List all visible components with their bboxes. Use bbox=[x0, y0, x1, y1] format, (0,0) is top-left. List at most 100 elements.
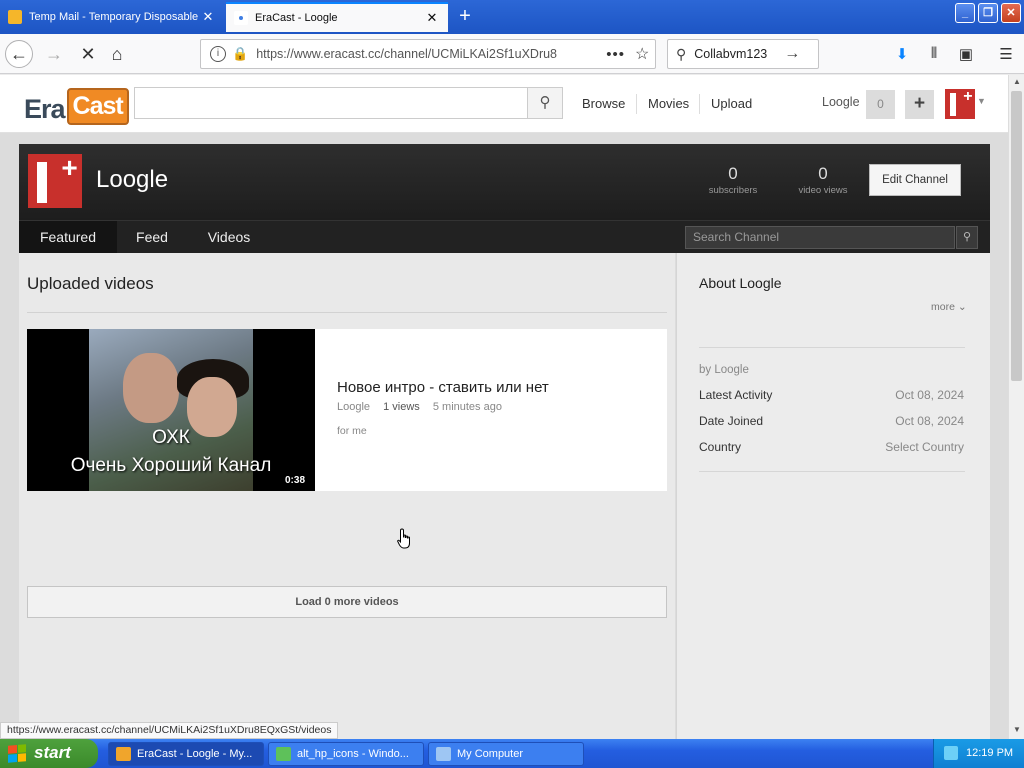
scrollbar-thumb[interactable] bbox=[1011, 91, 1022, 381]
info-row-country: Country Select Country bbox=[699, 440, 964, 454]
bookmark-star-icon[interactable]: ☆ bbox=[635, 44, 649, 64]
username[interactable]: Loogle bbox=[822, 95, 860, 109]
page-viewport: Era Cast ⚲ Browse Movies Upload Loogle 0… bbox=[0, 75, 1008, 739]
logo-era: Era bbox=[24, 94, 66, 124]
nav-movies[interactable]: Movies bbox=[648, 96, 689, 111]
library-icon[interactable]: ⫴ bbox=[924, 45, 944, 65]
nav-browse[interactable]: Browse bbox=[582, 96, 625, 111]
url-text[interactable]: https://www.eracast.cc/channel/UCMiLKAi2… bbox=[256, 47, 576, 61]
back-button[interactable]: ← bbox=[5, 40, 33, 68]
clock[interactable]: 12:19 PM bbox=[966, 739, 1013, 768]
chevron-down-icon: ⌄ bbox=[957, 301, 967, 313]
nav-divider bbox=[636, 94, 637, 114]
tab-featured[interactable]: Featured bbox=[19, 221, 117, 254]
stop-loading-button[interactable]: ✕ bbox=[74, 40, 102, 68]
channel-name: Loogle bbox=[96, 166, 169, 193]
windows-logo-icon bbox=[8, 744, 26, 763]
taskbar-item-eracast[interactable]: EraCast - Loogle - My... bbox=[108, 742, 264, 766]
video-thumbnail[interactable]: ОХК Очень Хороший Канал 0:38 bbox=[27, 329, 315, 491]
page-actions-icon[interactable]: ••• bbox=[606, 46, 625, 63]
edit-channel-button[interactable]: Edit Channel bbox=[869, 164, 961, 196]
tray-app-icon[interactable] bbox=[944, 746, 958, 760]
scroll-down-icon[interactable]: ▼ bbox=[1011, 725, 1023, 737]
select-country-link[interactable]: Select Country bbox=[885, 440, 964, 454]
views-stat: 0 video views bbox=[783, 164, 863, 196]
image-viewer-icon bbox=[276, 747, 291, 761]
address-bar[interactable]: i 🔒 https://www.eracast.cc/channel/UCMiL… bbox=[200, 39, 656, 69]
close-tab-icon[interactable]: ✕ bbox=[200, 9, 216, 25]
about-sidebar: About Loogle more ⌄ by Loogle Latest Act… bbox=[676, 253, 990, 739]
channel-header: + Loogle 0 subscribers 0 video views Edi… bbox=[19, 144, 990, 220]
video-meta: Loogle 1 views 5 minutes ago bbox=[337, 401, 512, 413]
logo-cast: Cast bbox=[66, 88, 129, 125]
sidebar-icon[interactable]: ▣ bbox=[956, 45, 976, 65]
nav-upload[interactable]: Upload bbox=[711, 96, 752, 111]
vertical-scrollbar[interactable]: ▲ ▼ bbox=[1008, 75, 1024, 739]
channel-avatar: + bbox=[28, 154, 82, 208]
channel-tab-bar: Featured Feed Videos Search Channel ⚲ bbox=[19, 220, 990, 254]
start-label: start bbox=[34, 743, 71, 762]
info-label: Date Joined bbox=[699, 414, 764, 428]
tab-videos[interactable]: Videos bbox=[199, 221, 259, 254]
search-go-icon[interactable]: → bbox=[784, 45, 800, 63]
video-time: 5 minutes ago bbox=[432, 401, 502, 413]
taskbar-item-my-computer[interactable]: My Computer bbox=[428, 742, 584, 766]
views-count: 0 bbox=[818, 164, 828, 183]
views-label: video views bbox=[798, 185, 848, 196]
info-label: Latest Activity bbox=[699, 388, 773, 402]
user-avatar[interactable]: + bbox=[945, 89, 975, 119]
info-value: Oct 08, 2024 bbox=[895, 388, 964, 402]
video-description: for me bbox=[337, 425, 367, 437]
new-tab-button[interactable]: + bbox=[452, 4, 478, 30]
tab-temp-mail[interactable]: Temp Mail - Temporary Disposable ✕ bbox=[0, 2, 224, 32]
video-card[interactable]: ОХК Очень Хороший Канал 0:38 Новое интро… bbox=[27, 329, 667, 491]
browser-search-bar[interactable]: ⚲ Collabvm123 → bbox=[667, 39, 819, 69]
about-title: About Loogle bbox=[699, 275, 782, 291]
minimize-window-button[interactable]: _ bbox=[955, 3, 975, 23]
thumbnail-caption: ОХК bbox=[152, 427, 190, 448]
site-info-icon[interactable]: i bbox=[210, 46, 226, 62]
info-label: Country bbox=[699, 440, 742, 454]
tab-feed[interactable]: Feed bbox=[117, 221, 187, 254]
divider bbox=[699, 347, 965, 348]
load-more-button[interactable]: Load 0 more videos bbox=[27, 586, 667, 618]
start-button[interactable]: start bbox=[0, 739, 98, 768]
lock-icon: 🔒 bbox=[232, 46, 249, 61]
downloads-icon[interactable]: ⬇ bbox=[892, 45, 912, 65]
firefox-icon bbox=[116, 747, 131, 761]
video-author[interactable]: Loogle bbox=[337, 401, 370, 413]
search-text[interactable]: Collabvm123 bbox=[694, 47, 784, 61]
video-views: 1 views bbox=[383, 401, 420, 413]
scroll-up-icon[interactable]: ▲ bbox=[1011, 77, 1023, 89]
about-more-link[interactable]: more ⌄ bbox=[931, 301, 967, 313]
mail-favicon-icon bbox=[8, 10, 22, 24]
close-window-button[interactable]: ✕ bbox=[1001, 3, 1021, 23]
forward-button[interactable]: → bbox=[40, 40, 68, 68]
chevron-down-icon[interactable]: ▼ bbox=[977, 96, 986, 106]
by-line[interactable]: by Loogle bbox=[699, 364, 749, 376]
loading-favicon-icon bbox=[234, 11, 248, 25]
subscriber-label: subscribers bbox=[708, 185, 758, 196]
notification-count[interactable]: 0 bbox=[866, 90, 895, 119]
channel-search-input[interactable]: Search Channel bbox=[685, 226, 955, 249]
subscriber-stat: 0 subscribers bbox=[693, 164, 773, 196]
browser-tab-bar: Temp Mail - Temporary Disposable ✕ EraCa… bbox=[0, 0, 1024, 34]
tab-title: Temp Mail - Temporary Disposable bbox=[29, 11, 199, 23]
channel-search-icon[interactable]: ⚲ bbox=[956, 226, 978, 249]
site-search-input[interactable] bbox=[134, 87, 528, 119]
video-title[interactable]: Новое интро - ставить или нет bbox=[337, 379, 549, 396]
site-search-button[interactable]: ⚲ bbox=[527, 87, 563, 119]
eracast-logo[interactable]: Era Cast bbox=[24, 85, 129, 125]
maximize-window-button[interactable]: ❐ bbox=[978, 3, 998, 23]
computer-icon bbox=[436, 747, 451, 761]
add-plus-button[interactable]: + bbox=[905, 90, 934, 119]
taskbar-item-alt-hp-icons[interactable]: alt_hp_icons - Windo... bbox=[268, 742, 424, 766]
close-tab-icon[interactable]: ✕ bbox=[424, 10, 440, 26]
hand-cursor-icon bbox=[397, 528, 410, 549]
tab-eracast[interactable]: EraCast - Loogle ✕ bbox=[226, 2, 448, 32]
site-header: Era Cast ⚲ Browse Movies Upload Loogle 0… bbox=[0, 75, 1008, 133]
subscriber-count: 0 bbox=[728, 164, 738, 183]
menu-icon[interactable]: ☰ bbox=[996, 45, 1016, 65]
status-bar-url: https://www.eracast.cc/channel/UCMiLKAi2… bbox=[0, 722, 339, 739]
home-button[interactable]: ⌂ bbox=[103, 40, 131, 68]
